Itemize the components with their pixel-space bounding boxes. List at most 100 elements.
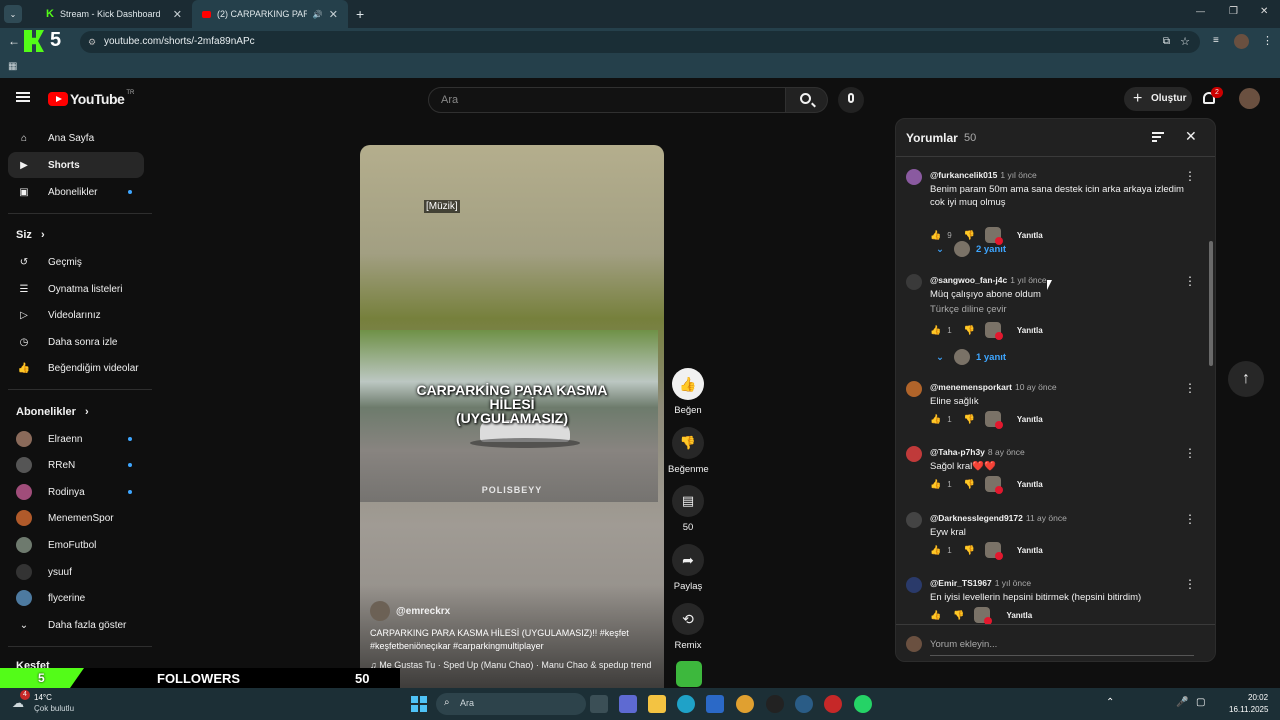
thumbs-down-icon[interactable]: 👎 [964,479,975,490]
shorts-video-player[interactable]: [Müzik] CARPARKİNG PARA KASMA HİLESİ (UY… [360,145,664,688]
obs-icon[interactable] [766,695,784,713]
comment-avatar[interactable] [906,274,922,290]
restore-button[interactable]: ❐ [1229,6,1238,17]
url-field[interactable]: ⚙ youtube.com/shorts/-2mfa89nAPc ⧉ ☆ [80,31,1200,53]
clock-date[interactable]: 16.11.2025 [1229,705,1268,714]
tray-chevron-icon[interactable]: ⌃ [1106,697,1114,708]
music-attribution[interactable]: ♫ Me Gustas Tu · Sped Up (Manu Chao) · M… [370,660,660,670]
steam-icon[interactable] [795,695,813,713]
back-icon[interactable]: ← [8,34,20,48]
media-controls-icon[interactable]: ≡ [1213,35,1219,46]
hamburger-menu-icon[interactable] [16,92,30,102]
edge-icon[interactable] [677,695,695,713]
comment-avatar[interactable] [906,512,922,528]
sidebar-subscriptions-header[interactable]: Abonelikler › [16,406,89,418]
volume-icon[interactable]: 🎤 [1176,697,1188,708]
like-action[interactable]: 👍 Beğen [668,368,708,416]
comment-time[interactable]: 8 ay önce [988,447,1025,457]
store-icon[interactable] [619,695,637,713]
close-icon[interactable]: ✕ [1185,128,1197,145]
more-options-icon[interactable]: ⋮ [1184,512,1196,526]
reply-button[interactable]: Yanıtla [1017,415,1043,424]
thumbs-up-icon[interactable]: 👍 [930,545,941,556]
account-avatar[interactable] [1239,88,1260,109]
scroll-up-button[interactable]: ↑ [1228,361,1264,397]
dislike-action[interactable]: 👎 Beğenme [668,427,709,475]
minimize-button[interactable]: — [1196,6,1205,16]
thumbs-up-icon[interactable]: 👍 [930,325,941,336]
author-name[interactable]: @Emir_TS1967 [930,578,992,588]
sidebar-sub-menemenspor[interactable]: MenemenSpor [8,505,144,531]
thumbs-down-icon[interactable]: 👎 [964,414,975,425]
sort-icon[interactable] [1152,132,1164,142]
author-name[interactable]: @Taha-p7h3y [930,447,985,457]
chrome-icon[interactable] [736,695,754,713]
thumbs-up-icon[interactable]: 👍 [930,414,941,425]
sidebar-item-playlists[interactable]: ☰ Oynatma listeleri [8,276,144,302]
comment-author[interactable]: @Darknesslegend9172 11 ay önce [930,513,1067,523]
apps-grid-icon[interactable]: ▦ [8,61,17,72]
author-name[interactable]: @menemensporkart [930,382,1012,392]
search-input[interactable]: Ara [428,87,786,113]
replies-toggle[interactable]: ⌄ 2 yanıt [936,241,1006,257]
thumbs-up-icon[interactable]: 👍 [930,230,941,241]
sidebar-item-your-videos[interactable]: ▷ Videolarınız [8,302,144,328]
sidebar-sub-rren[interactable]: RReN [8,452,144,478]
comment-time[interactable]: 1 yıl önce [1010,275,1046,285]
thumbs-down-icon[interactable]: 👎 [964,325,975,336]
sidebar-item-subscriptions[interactable]: ▣ Abonelikler [8,179,144,205]
comment-author[interactable]: @menemensporkart 10 ay önce [930,382,1057,392]
close-tab-icon[interactable]: ✕ [329,8,338,21]
comment-author[interactable]: @Taha-p7h3y 8 ay önce [930,447,1025,457]
sidebar-sub-elraenn[interactable]: Elraenn [8,426,144,452]
notifications-button[interactable]: 2 [1203,87,1223,107]
comment-avatar[interactable] [906,446,922,462]
windows-start-icon[interactable] [411,696,427,712]
comment-author[interactable]: @sangwoo_fan-j4c 1 yıl önce [930,275,1047,285]
video-description[interactable]: CARPARKING PARA KASMA HİLESİ (UYGULAMASI… [370,627,660,653]
speaker-icon[interactable]: 🔊 [313,10,323,19]
thumbs-down-icon[interactable]: 👎 [964,230,975,241]
sidebar-sub-rodinya[interactable]: Rodinya [8,479,144,505]
more-options-icon[interactable]: ⋮ [1184,169,1196,183]
tab-youtube-shorts[interactable]: (2) CARPARKING PARA KASI 🔊 ✕ [192,0,348,28]
comment-time[interactable]: 1 yıl önce [995,578,1031,588]
comment-author[interactable]: @furkancelik015 1 yıl önce [930,170,1037,180]
thumbs-down-icon[interactable]: 👎 [953,610,964,621]
close-tab-icon[interactable]: ✕ [173,8,182,21]
thumbs-up-icon[interactable]: 👍 [930,479,941,490]
thumbs-up-icon[interactable]: 👍 [930,610,941,621]
sidebar-item-home[interactable]: ⌂ Ana Sayfa [8,125,144,151]
comment-time[interactable]: 11 ay önce [1026,513,1067,523]
sidebar-show-more[interactable]: ⌄ Daha fazla göster [8,612,144,638]
reply-button[interactable]: Yanıtla [1017,231,1043,240]
more-options-icon[interactable]: ⋮ [1184,446,1196,460]
channel-link[interactable]: @emreckrx [370,601,450,621]
comment-avatar[interactable] [906,577,922,593]
tab-kick-dashboard[interactable]: K Stream - Kick Dashboard ✕ [36,0,192,28]
sound-thumbnail[interactable] [676,661,702,687]
author-name[interactable]: @furkancelik015 [930,170,997,180]
comment-time[interactable]: 1 yıl önce [1000,170,1036,180]
remix-action[interactable]: ⟲ Remix [668,603,708,651]
search-button[interactable] [786,87,828,113]
weather-widget[interactable]: ☁ 4 14°C Çok bulutlu [12,690,92,716]
reply-button[interactable]: Yanıtla [1017,480,1043,489]
store-bag-icon[interactable] [706,695,724,713]
new-tab-button[interactable]: + [356,6,364,22]
thumbs-down-icon[interactable]: 👎 [964,545,975,556]
taskbar-search-box[interactable]: ⌕ Ara [436,693,586,715]
comment-avatar[interactable] [906,169,922,185]
more-options-icon[interactable]: ⋮ [1184,381,1196,395]
comments-scrollbar[interactable] [1209,241,1213,366]
reply-button[interactable]: Yanıtla [1006,611,1032,620]
comment-time[interactable]: 10 ay önce [1015,382,1057,392]
translate-link[interactable]: Türkçe diline çevir [930,304,1007,315]
comments-action[interactable]: ▤ 50 [668,485,708,533]
comment-author[interactable]: @Emir_TS1967 1 yıl önce [930,578,1031,588]
close-window-button[interactable]: ✕ [1260,6,1268,17]
more-options-icon[interactable]: ⋮ [1184,577,1196,591]
create-button[interactable]: + Oluştur [1124,87,1192,111]
browser-menu-icon[interactable]: ⋮ [1262,34,1273,47]
more-options-icon[interactable]: ⋮ [1184,274,1196,288]
